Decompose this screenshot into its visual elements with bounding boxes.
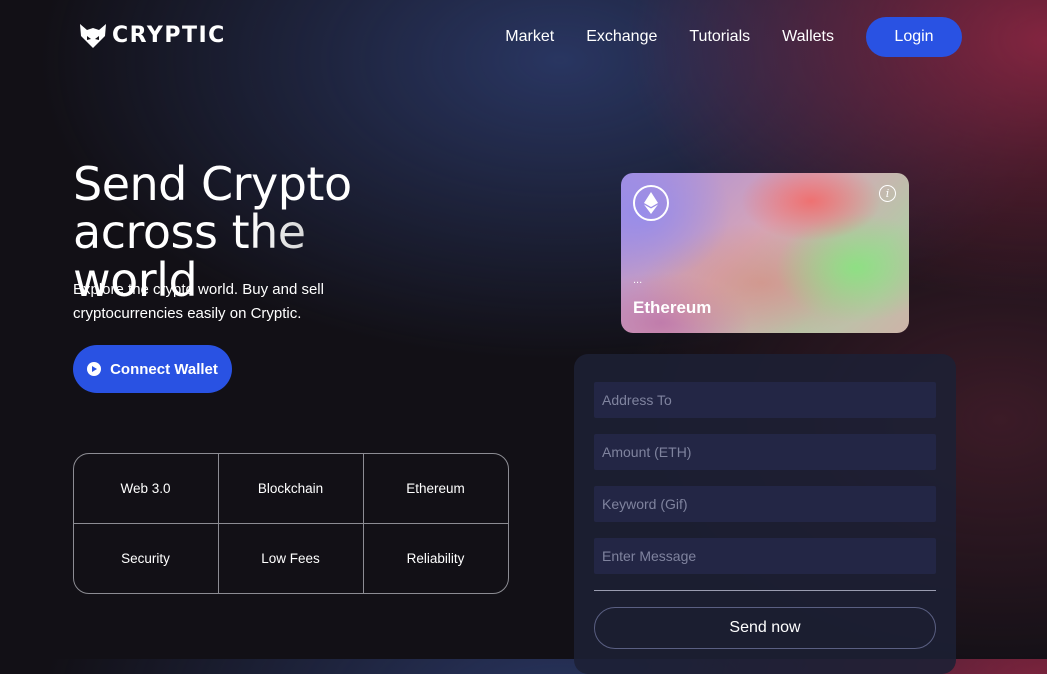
info-icon[interactable]: i <box>879 185 896 202</box>
logo[interactable]: CRYPTIC <box>78 22 226 50</box>
feature-cell-reliability: Reliability <box>362 522 509 594</box>
feature-cell-low-fees: Low Fees <box>217 522 364 594</box>
send-now-button[interactable]: Send now <box>594 607 936 649</box>
address-input[interactable] <box>594 382 936 418</box>
keyword-input[interactable] <box>594 486 936 522</box>
nav-item-tutorials[interactable]: Tutorials <box>689 17 750 57</box>
nav-item-wallets[interactable]: Wallets <box>782 17 834 57</box>
feature-cell-security: Security <box>72 522 219 594</box>
fox-logo-icon <box>78 22 108 50</box>
card-address: ... <box>633 274 643 286</box>
main-nav: Market Exchange Tutorials Wallets Login <box>505 17 962 57</box>
site-header: CRYPTIC Market Exchange Tutorials Wallet… <box>0 0 1047 75</box>
send-form-panel: Send now <box>574 354 956 674</box>
play-icon <box>87 362 102 376</box>
login-button[interactable]: Login <box>866 17 962 57</box>
card-network-label: Ethereum <box>633 298 712 317</box>
feature-cell-ethereum: Ethereum <box>362 452 509 524</box>
nav-item-exchange[interactable]: Exchange <box>586 17 657 57</box>
logo-text: CRYPTIC <box>112 23 226 48</box>
ethereum-card: i ... Ethereum <box>621 173 909 333</box>
feature-grid: Web 3.0 Blockchain Ethereum Security Low… <box>72 452 509 594</box>
hero-title-line1: Send Crypto <box>73 157 352 211</box>
form-divider <box>594 590 936 591</box>
connect-wallet-button[interactable]: Connect Wallet <box>73 345 232 393</box>
message-input[interactable] <box>594 538 936 574</box>
amount-input[interactable] <box>594 434 936 470</box>
feature-cell-web3: Web 3.0 <box>72 452 219 524</box>
ethereum-icon <box>633 185 669 221</box>
nav-item-market[interactable]: Market <box>505 17 554 57</box>
feature-cell-blockchain: Blockchain <box>217 452 364 524</box>
hero-subtitle: Explore the crypto world. Buy and sell c… <box>73 281 324 322</box>
connect-wallet-label: Connect Wallet <box>110 360 218 378</box>
